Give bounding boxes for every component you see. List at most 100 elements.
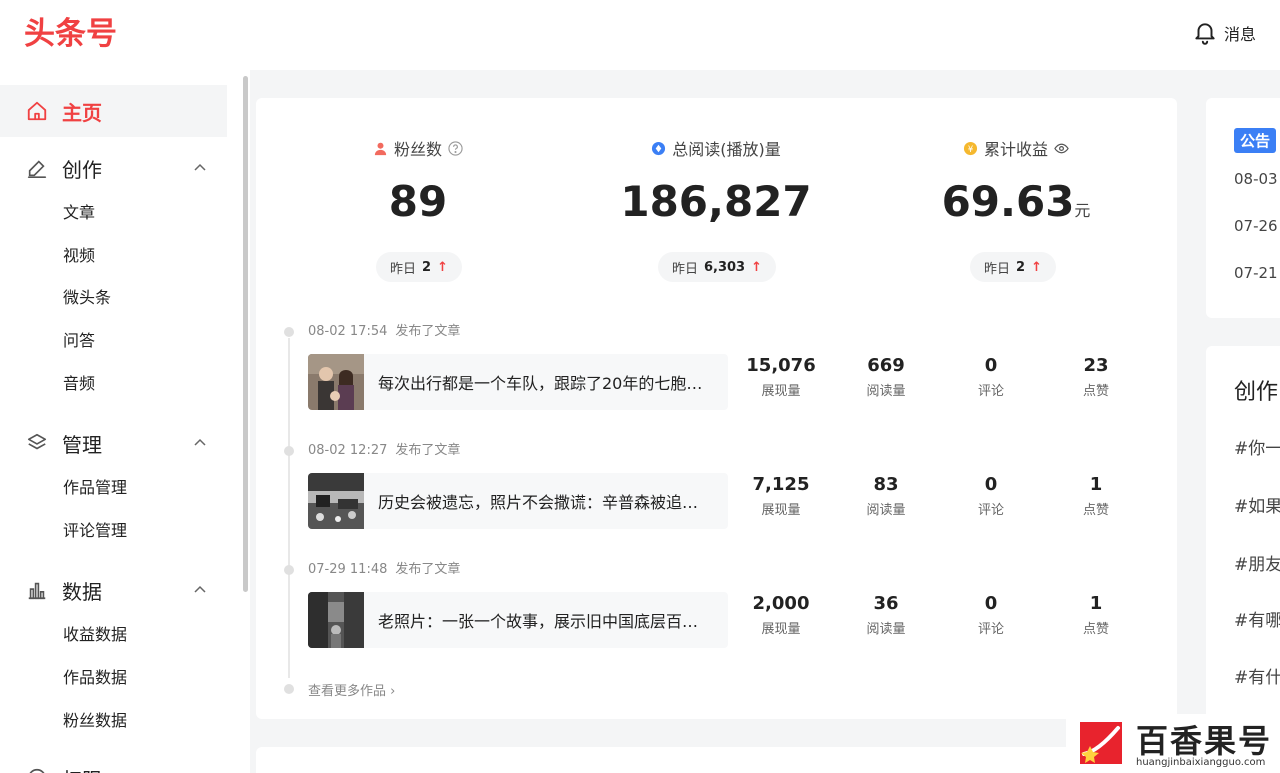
secondary-card bbox=[256, 747, 1177, 773]
article-3-thumbnail bbox=[308, 592, 364, 648]
svg-text:¥: ¥ bbox=[968, 143, 974, 153]
article-1-thumbnail bbox=[308, 354, 364, 410]
view-more-link[interactable]: 查看更多作品 › bbox=[308, 680, 395, 699]
article-2-impressions: 7,125 展现量 bbox=[752, 474, 810, 518]
arrow-up-icon: ↑ bbox=[751, 259, 763, 275]
article-3-reads: 36 阅读量 bbox=[866, 593, 906, 637]
article-3-meta: 07-29 11:48 发布了文章 bbox=[308, 562, 461, 577]
sidebar-group-permission-label: 权限 bbox=[62, 764, 102, 773]
watermark-logo-icon bbox=[1080, 722, 1122, 764]
stat-reads-value: 186,827 bbox=[620, 177, 812, 226]
sidebar-item-audio[interactable]: 音频 bbox=[63, 372, 95, 396]
timeline-dot bbox=[284, 565, 294, 575]
sidebar: 主页 创作 文章 视频 微头条 问答 音频 管理 作品管理 评论管理 数据 收益… bbox=[0, 70, 250, 773]
create-topics-panel: 创作 #你一 #如果 #朋友 #有哪 #有什 bbox=[1206, 346, 1280, 719]
article-3-title: 老照片：一张一个故事，展示旧中国底层百姓的生活 bbox=[378, 612, 714, 631]
article-1-likes: 23 点赞 bbox=[1082, 355, 1109, 399]
article-3-comments: 0 评论 bbox=[977, 593, 1004, 637]
messages-button[interactable]: 消息 bbox=[1192, 18, 1256, 48]
topic-item[interactable]: #朋友 bbox=[1234, 550, 1280, 575]
sidebar-item-comments-manage[interactable]: 评论管理 bbox=[63, 519, 127, 543]
user-icon bbox=[374, 142, 387, 155]
notice-tag: 公告 bbox=[1234, 128, 1277, 153]
sidebar-group-permission[interactable]: 权限 bbox=[0, 758, 227, 773]
stat-fans-yesterday: 昨日 2 ↑ bbox=[376, 252, 462, 282]
sidebar-group-manage-label: 管理 bbox=[62, 432, 102, 457]
article-3-impressions: 2,000 展现量 bbox=[752, 593, 810, 637]
sidebar-scrollbar[interactable] bbox=[243, 76, 248, 592]
coin-icon: ¥ bbox=[963, 141, 978, 155]
notice-item[interactable]: 07-21 bbox=[1234, 264, 1278, 282]
stat-fans-value: 89 bbox=[388, 177, 448, 226]
article-2-likes: 1 点赞 bbox=[1082, 474, 1109, 518]
notice-item[interactable]: 08-03 bbox=[1234, 170, 1278, 188]
article-3[interactable]: 老照片：一张一个故事，展示旧中国底层百姓的生活 bbox=[308, 592, 728, 648]
bar-chart-icon bbox=[28, 582, 46, 600]
sidebar-item-home-label: 主页 bbox=[62, 100, 102, 125]
timeline-dot bbox=[284, 684, 294, 694]
diamond-icon bbox=[652, 141, 666, 155]
topic-item[interactable]: #你一 bbox=[1234, 434, 1280, 459]
article-1[interactable]: 每次出行都是一个车队，跟踪了20年的七胞胎，如今怎么样了 bbox=[308, 354, 728, 410]
notice-panel: 公告 08-03 07-26 07-21 bbox=[1206, 98, 1280, 318]
sidebar-item-qa[interactable]: 问答 bbox=[63, 329, 95, 353]
sidebar-item-revenue-data[interactable]: 收益数据 bbox=[63, 623, 127, 647]
chevron-up-icon bbox=[194, 438, 206, 446]
watermark: 百香果号 huangjinbaixiangguo.com bbox=[1066, 714, 1280, 773]
sidebar-item-works-manage[interactable]: 作品管理 bbox=[63, 476, 127, 500]
sidebar-item-home[interactable]: 主页 bbox=[0, 85, 227, 137]
layers-icon bbox=[27, 433, 47, 450]
sidebar-group-manage[interactable]: 管理 bbox=[0, 423, 227, 463]
create-topics-title: 创作 bbox=[1234, 380, 1279, 405]
stat-revenue-label: 累计收益 bbox=[983, 140, 1048, 159]
shield-icon bbox=[29, 768, 45, 773]
timeline-dot bbox=[284, 446, 294, 456]
article-2-meta: 08-02 12:27 发布了文章 bbox=[308, 443, 461, 458]
sidebar-group-data-label: 数据 bbox=[62, 579, 102, 604]
article-1-meta: 08-02 17:54 发布了文章 bbox=[308, 324, 461, 339]
article-2-comments: 0 评论 bbox=[977, 474, 1004, 518]
article-3-likes: 1 点赞 bbox=[1082, 593, 1109, 637]
sidebar-item-micro-post[interactable]: 微头条 bbox=[63, 286, 111, 310]
watermark-text: 百香果号 bbox=[1136, 722, 1273, 760]
stat-fans-label: 粉丝数 bbox=[393, 140, 442, 159]
sidebar-item-fans-data[interactable]: 粉丝数据 bbox=[63, 709, 127, 733]
notice-item[interactable]: 07-26 bbox=[1234, 217, 1278, 235]
sidebar-item-video[interactable]: 视频 bbox=[63, 244, 95, 268]
overview-card: 粉丝数 89 昨日 2 ↑ 总阅读(播放)量 186,827 昨日 6,303 ↑ ¥ … bbox=[256, 98, 1177, 719]
timeline-line bbox=[288, 338, 290, 678]
top-bar: 头条号 消息 bbox=[0, 0, 1280, 70]
bell-icon bbox=[1195, 23, 1215, 45]
topic-item[interactable]: #有什 bbox=[1234, 663, 1280, 688]
article-2[interactable]: 历史会被遗忘，照片不会撒谎：辛普森被追捕的真实场景 bbox=[308, 473, 728, 529]
chevron-right-icon: › bbox=[390, 684, 396, 699]
article-1-comments: 0 评论 bbox=[977, 355, 1004, 399]
pen-icon bbox=[27, 160, 47, 178]
chevron-up-icon bbox=[194, 163, 206, 171]
home-icon bbox=[27, 101, 47, 121]
topic-item[interactable]: #如果 bbox=[1234, 492, 1280, 517]
sidebar-group-create[interactable]: 创作 bbox=[0, 148, 227, 188]
sidebar-group-create-label: 创作 bbox=[62, 157, 102, 182]
article-1-title: 每次出行都是一个车队，跟踪了20年的七胞胎，如今怎么样了 bbox=[378, 374, 714, 393]
article-2-thumbnail bbox=[308, 473, 364, 529]
stat-revenue-value: 69.63元 bbox=[941, 177, 1091, 226]
sidebar-group-data[interactable]: 数据 bbox=[0, 570, 227, 610]
stat-reads-yesterday: 昨日 6,303 ↑ bbox=[658, 252, 776, 282]
sidebar-item-works-data[interactable]: 作品数据 bbox=[63, 666, 127, 690]
sidebar-item-article[interactable]: 文章 bbox=[63, 201, 95, 225]
topic-item[interactable]: #有哪 bbox=[1234, 606, 1280, 631]
eye-icon[interactable] bbox=[1054, 141, 1069, 156]
arrow-up-icon: ↑ bbox=[1031, 259, 1042, 275]
watermark-url: huangjinbaixiangguo.com bbox=[1136, 757, 1266, 768]
article-1-reads: 669 阅读量 bbox=[866, 355, 906, 399]
help-icon[interactable] bbox=[448, 140, 463, 156]
chevron-up-icon bbox=[194, 585, 206, 593]
messages-label: 消息 bbox=[1223, 25, 1256, 44]
arrow-up-icon: ↑ bbox=[437, 259, 448, 275]
article-2-title: 历史会被遗忘，照片不会撒谎：辛普森被追捕的真实场景 bbox=[378, 493, 714, 512]
stat-reads-label: 总阅读(播放)量 bbox=[672, 140, 781, 159]
logo[interactable]: 头条号 bbox=[24, 14, 117, 54]
stat-revenue-yesterday: 昨日 2 ↑ bbox=[970, 252, 1056, 282]
timeline-dot bbox=[284, 327, 294, 337]
